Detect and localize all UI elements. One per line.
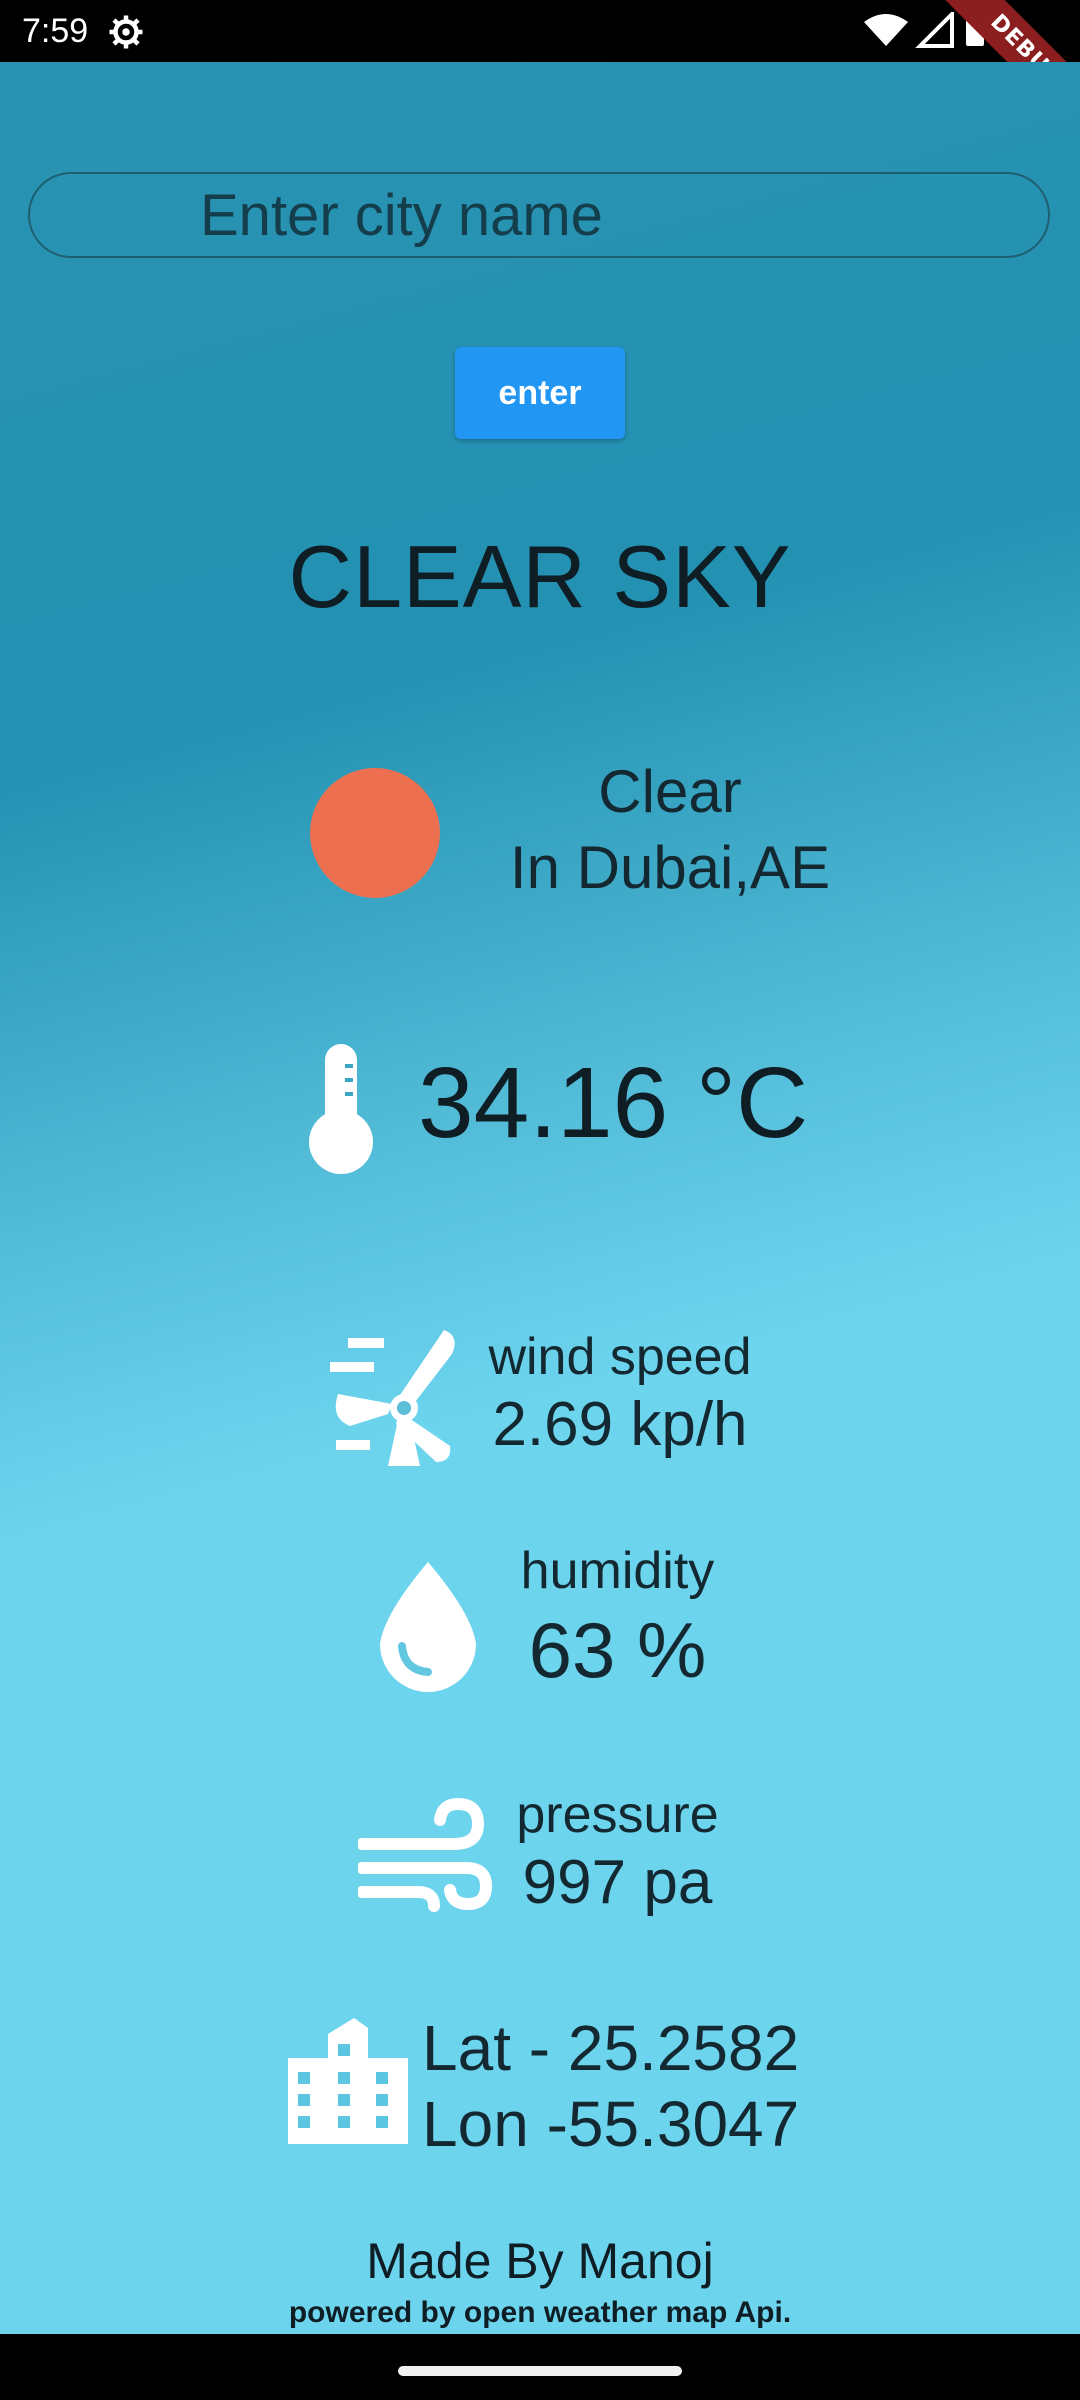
wind-speed-label: wind speed xyxy=(488,1328,752,1386)
home-gesture-handle[interactable] xyxy=(398,2366,682,2376)
humidity-value: 63 % xyxy=(528,1606,707,1694)
longitude-value: Lon -55.3047 xyxy=(422,2088,800,2160)
pressure-block: pressure 997 pa xyxy=(490,1784,745,1920)
signal-icon xyxy=(915,12,954,48)
powered-by-label: powered by open weather map Api. xyxy=(288,2296,792,2329)
coordinates-block: Lat - 25.2582 Lon -55.3047 xyxy=(422,2010,822,2162)
made-by-label: Made By Manoj xyxy=(366,2233,714,2289)
gear-icon xyxy=(109,15,143,49)
wind-speed-value: 2.69 kp/h xyxy=(492,1390,748,1459)
condition-main: Clear xyxy=(598,758,742,825)
pressure-value: 997 pa xyxy=(522,1848,713,1917)
pressure-label: pressure xyxy=(516,1786,719,1844)
condition-block: Clear In Dubai,AE xyxy=(480,754,860,906)
wind-turbine-icon xyxy=(330,1330,455,1466)
weather-description-title: CLEAR SKY xyxy=(288,527,792,626)
wind-speed-block: wind speed 2.69 kp/h xyxy=(470,1326,770,1462)
city-search-field[interactable] xyxy=(28,172,1050,258)
thermometer-icon xyxy=(309,1044,373,1174)
sun-icon xyxy=(310,768,440,898)
status-bar: 7:59 xyxy=(0,0,1080,62)
location-label: In Dubai,AE xyxy=(509,834,831,901)
wind-icon xyxy=(358,1797,493,1912)
humidity-block: humidity 63 % xyxy=(480,1540,755,1698)
humidity-label: humidity xyxy=(520,1542,715,1600)
city-building-icon xyxy=(288,2018,408,2144)
temperature-value: 34.16 °C xyxy=(418,1047,809,1159)
city-search-input[interactable] xyxy=(30,174,1048,256)
latitude-value: Lat - 25.2582 xyxy=(422,2012,800,2084)
status-time: 7:59 xyxy=(22,12,89,50)
weather-screen: enter CLEAR SKY Clear In Dubai,AE 34.16 … xyxy=(0,62,1080,2334)
enter-button[interactable]: enter xyxy=(455,347,625,439)
wifi-icon xyxy=(864,14,908,46)
water-drop-icon xyxy=(380,1562,476,1692)
